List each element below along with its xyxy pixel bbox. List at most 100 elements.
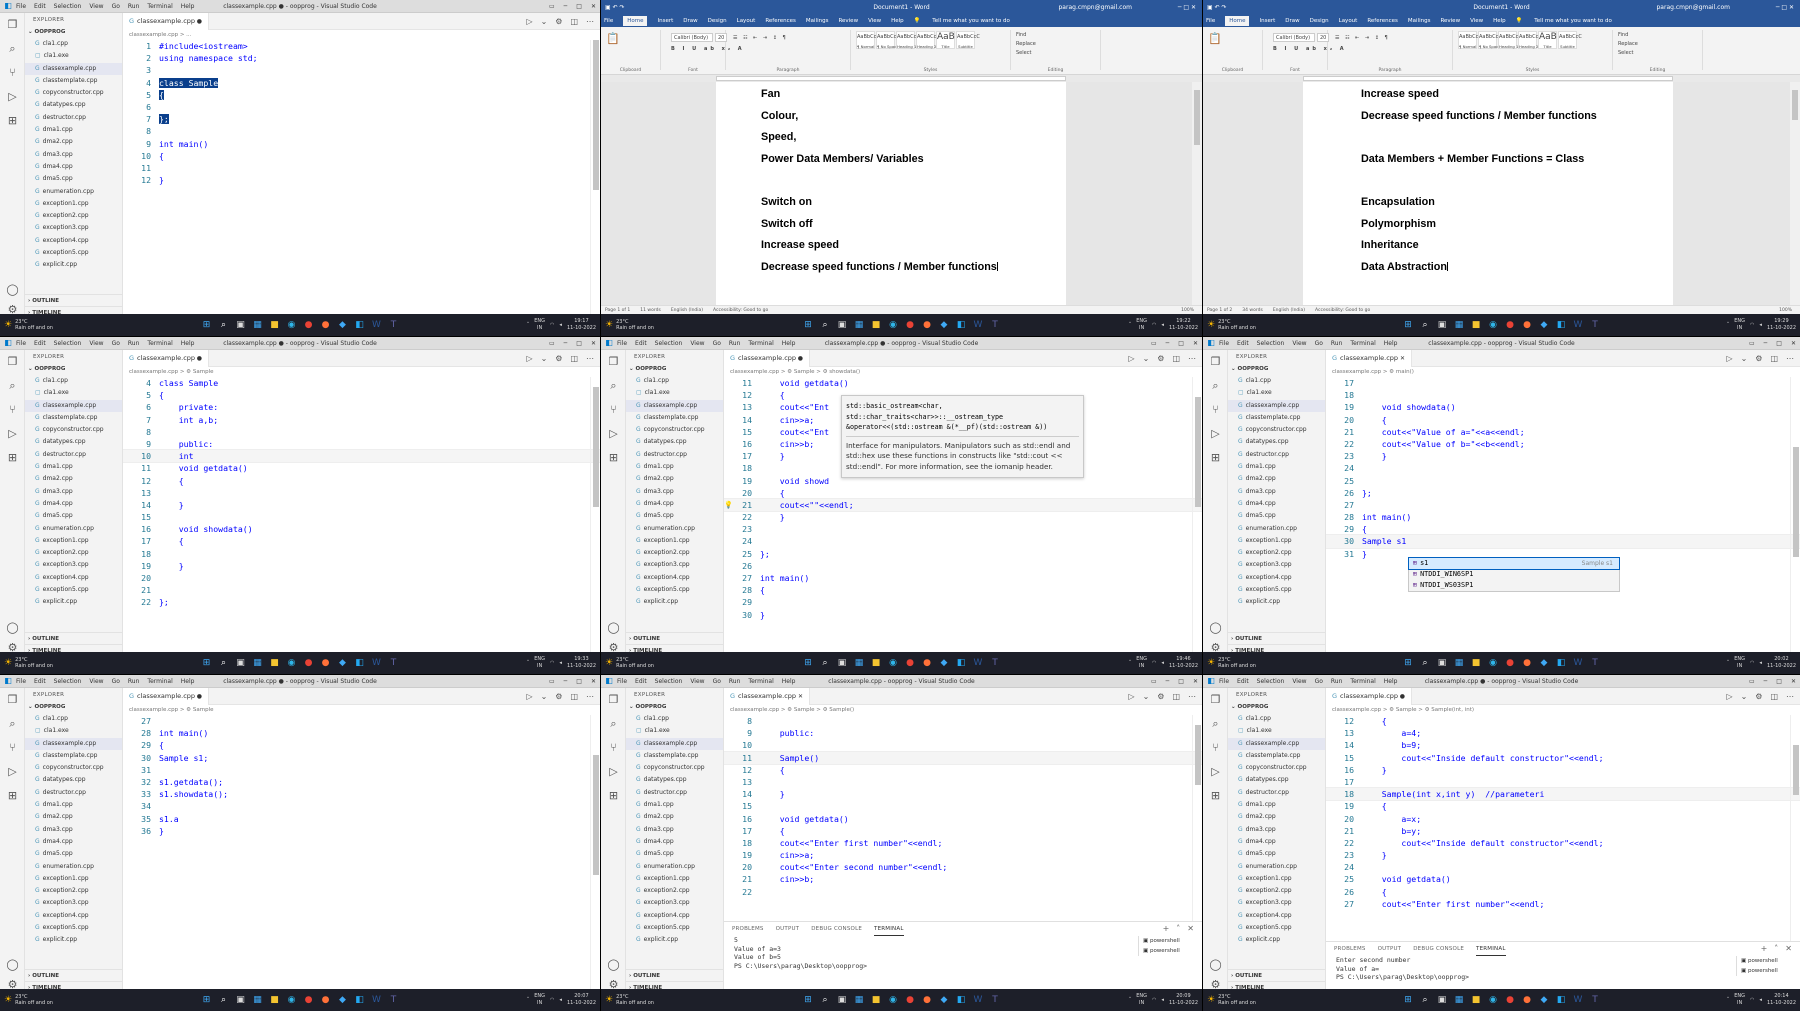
run-debug-icon[interactable]: ▷ — [1203, 422, 1228, 446]
file-item[interactable]: Gdatatypes.cpp — [25, 99, 122, 111]
chrome-icon[interactable]: ● — [303, 994, 315, 1006]
file-item[interactable]: ▢ cla1.exe — [1228, 387, 1325, 399]
file-item[interactable]: Genumeration.cpp — [25, 523, 122, 535]
chevron-up-icon[interactable]: ˄ — [1727, 997, 1730, 1003]
firefox-icon[interactable]: ● — [1521, 319, 1533, 331]
menu-selection[interactable]: Selection — [1257, 340, 1285, 347]
task-view-icon[interactable]: ▣ — [836, 994, 848, 1006]
chrome-icon[interactable]: ● — [904, 319, 916, 331]
vscode-icon[interactable]: ◧ — [354, 319, 366, 331]
maximize-icon[interactable]: □ — [576, 3, 582, 10]
store-icon[interactable]: ◆ — [938, 319, 950, 331]
code-line[interactable]: 11 Sample() — [724, 750, 1202, 765]
file-explorer-icon[interactable]: ■ — [269, 319, 281, 331]
code-line[interactable]: 26}; — [1326, 487, 1800, 499]
tab-layout[interactable]: Layout — [737, 18, 756, 24]
file-item[interactable]: Gcla1.cpp — [626, 375, 723, 387]
search-icon[interactable]: ⌕ — [218, 319, 230, 331]
volume-icon[interactable]: ◂ — [559, 660, 562, 666]
tab-debug-console[interactable]: DEBUG CONSOLE — [811, 922, 862, 936]
extensions-icon[interactable]: ⊞ — [0, 784, 25, 808]
volume-icon[interactable]: ◂ — [1759, 660, 1762, 666]
tab-layout[interactable]: Layout — [1339, 18, 1358, 24]
editing-replace[interactable]: Replace — [1618, 40, 1638, 49]
extensions-icon[interactable]: ⊞ — [0, 109, 25, 133]
tab-home[interactable]: Home — [1225, 15, 1250, 26]
code-line[interactable]: 16 void getdata() — [724, 813, 1202, 825]
settings-icon[interactable]: ⚙ — [555, 354, 562, 363]
file-item[interactable]: Gdma3.cpp — [25, 824, 122, 836]
task-view-icon[interactable]: ▣ — [1436, 319, 1448, 331]
split-editor-icon[interactable]: ◫ — [1172, 354, 1180, 363]
folder-oopprog[interactable]: ⌄ OOPPROG — [626, 702, 723, 713]
style-item[interactable]: AaBbCcDc ¶ No Spac... — [876, 31, 903, 49]
tab-output[interactable]: OUTPUT — [776, 922, 800, 936]
file-item[interactable]: ▢ cla1.exe — [626, 725, 723, 737]
account-icon[interactable]: ◯ — [0, 621, 25, 634]
file-item[interactable]: Gexception1.cpp — [25, 535, 122, 547]
code-line[interactable]: 30 Sample s1 — [1326, 534, 1800, 549]
search-icon[interactable]: ⌕ — [601, 712, 626, 736]
source-control-icon[interactable]: ⑂ — [601, 736, 626, 760]
code-line[interactable]: 3 — [123, 64, 600, 76]
file-explorer-icon[interactable]: ■ — [1470, 657, 1482, 669]
menu-view[interactable]: View — [690, 340, 704, 347]
close-icon[interactable]: ✕ — [1193, 678, 1198, 685]
tab-mailings[interactable]: Mailings — [806, 18, 829, 24]
wifi-icon[interactable]: ◠ — [1750, 660, 1754, 666]
tab-design[interactable]: Design — [708, 18, 727, 24]
code-line[interactable]: 20 a=x; — [1326, 813, 1800, 825]
menu-selection[interactable]: Selection — [54, 340, 82, 347]
account-icon[interactable]: ◯ — [1203, 958, 1228, 971]
widgets-icon[interactable]: ▦ — [252, 994, 264, 1006]
tab-insert[interactable]: Insert — [1259, 18, 1275, 24]
paragraph[interactable]: Data Abstraction — [1361, 261, 1448, 273]
word-icon[interactable]: W — [972, 319, 984, 331]
code-line[interactable]: 18 Sample(int x,int y) //parameteri — [1326, 787, 1800, 802]
start-icon[interactable]: ⊞ — [1402, 319, 1414, 331]
file-item[interactable]: Gdestructor.cpp — [25, 112, 122, 124]
menu-terminal[interactable]: Terminal — [147, 3, 172, 10]
close-icon[interactable]: ✕ — [1785, 944, 1792, 953]
run-debug-icon[interactable]: ▷ — [1203, 760, 1228, 784]
code-line[interactable]: 15 — [123, 511, 600, 523]
firefox-icon[interactable]: ● — [1521, 657, 1533, 669]
account-icon[interactable]: ◯ — [1203, 621, 1228, 634]
word-icon[interactable]: W — [1572, 657, 1584, 669]
code-line[interactable]: 12} — [123, 174, 600, 186]
code-editor[interactable]: 4 class Sample 5{6 private: 7 int a,b; 8 9 pu… — [123, 377, 600, 656]
tab-terminal[interactable]: TERMINAL — [874, 922, 904, 936]
menu-file[interactable]: File — [16, 3, 26, 10]
menu-selection[interactable]: Selection — [1257, 678, 1285, 685]
file-item[interactable]: Gexplicit.cpp — [25, 596, 122, 608]
widgets-icon[interactable]: ▦ — [252, 319, 264, 331]
code-line[interactable]: 22 cout<<"Inside default constructor"<<e… — [1326, 837, 1800, 849]
close-icon[interactable]: ✕ — [591, 678, 596, 685]
code-line[interactable]: 34 — [123, 800, 600, 812]
menu-run[interactable]: Run — [1331, 678, 1343, 685]
scrollbar-thumb[interactable] — [1195, 397, 1201, 507]
word-icon[interactable]: W — [972, 657, 984, 669]
code-line[interactable]: 12 { — [123, 475, 600, 487]
file-item[interactable]: Gdma1.cpp — [626, 461, 723, 473]
code-line[interactable]: 21 cin>>b; — [724, 873, 1202, 885]
style-item[interactable]: AaB Title — [936, 31, 955, 49]
chrome-icon[interactable]: ● — [1504, 994, 1516, 1006]
word-icon[interactable]: W — [371, 657, 383, 669]
file-item[interactable]: Gdma4.cpp — [626, 498, 723, 510]
file-item[interactable]: ▢ cla1.exe — [626, 387, 723, 399]
menu-selection[interactable]: Selection — [655, 678, 683, 685]
file-item[interactable]: Gexplicit.cpp — [25, 259, 122, 271]
run-icon[interactable]: ▷ — [1128, 354, 1134, 363]
menu-view[interactable]: View — [89, 678, 103, 685]
file-item[interactable]: Gcopyconstructor.cpp — [626, 424, 723, 436]
code-line[interactable]: 26 — [724, 560, 1202, 572]
editor-scrollbar[interactable] — [590, 715, 600, 993]
editor-scrollbar[interactable] — [1192, 377, 1202, 656]
status-item[interactable]: Page 1 of 1 — [605, 308, 630, 313]
font-name-select[interactable]: Calibri (Body) — [1273, 33, 1315, 42]
breadcrumb[interactable]: classexample.cpp > ⚙ Sample — [123, 705, 600, 715]
start-icon[interactable]: ⊞ — [201, 657, 213, 669]
file-item[interactable]: Gclassexample.cpp — [25, 399, 122, 412]
file-item[interactable]: Gexception5.cpp — [626, 584, 723, 596]
